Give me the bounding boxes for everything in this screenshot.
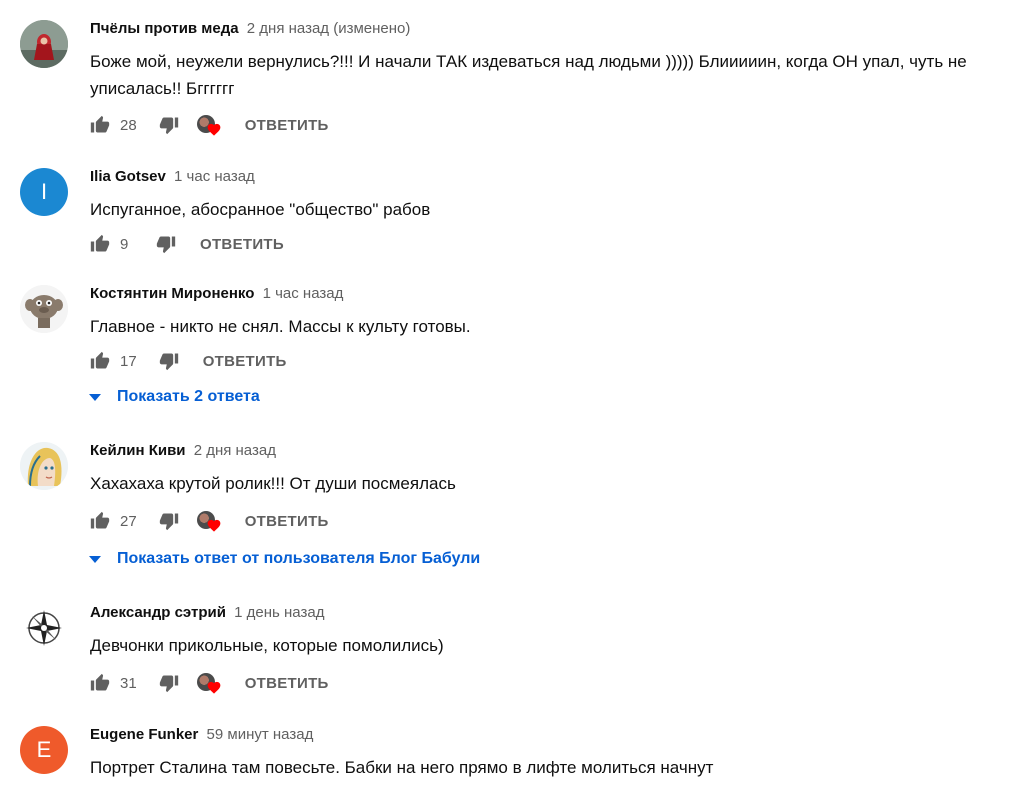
- dislike-button[interactable]: [157, 509, 181, 533]
- avatar[interactable]: E: [20, 726, 68, 774]
- author-name[interactable]: Eugene Funker: [90, 726, 198, 743]
- comment-text: Девчонки прикольные, которые помолились): [90, 636, 444, 655]
- like-button[interactable]: [88, 671, 112, 695]
- thumbs-down-icon: [159, 353, 178, 371]
- timestamp[interactable]: 59 минут назад: [207, 726, 314, 743]
- timestamp[interactable]: 2 дня назад: [194, 442, 276, 459]
- like-button[interactable]: [88, 349, 112, 373]
- avatar[interactable]: [20, 285, 68, 333]
- show-replies-button[interactable]: Показать 2 ответа: [88, 385, 260, 409]
- show-replies-label: Показать 2 ответа: [117, 388, 260, 405]
- timestamp[interactable]: 1 день назад: [234, 604, 324, 621]
- heart-icon: [207, 123, 221, 136]
- thumbs-up-icon: [90, 511, 110, 529]
- like-count: 28: [120, 116, 137, 134]
- show-replies-label: Показать ответ от пользователя Блог Бабу…: [117, 550, 481, 567]
- heart-icon: [207, 681, 221, 694]
- reply-button[interactable]: ОТВЕТИТЬ: [245, 675, 329, 692]
- creator-heart: [195, 113, 223, 137]
- like-count: 9: [120, 235, 129, 253]
- author-name[interactable]: Костянтин Мироненко: [90, 285, 254, 302]
- avatar-letter: I: [40, 179, 48, 204]
- comment-header: Eugene Funker 59 минут назад: [90, 726, 313, 746]
- action-bar: 27 ОТВЕТИТЬ: [88, 509, 329, 533]
- avatar[interactable]: [20, 442, 68, 490]
- like-count: 31: [120, 674, 137, 692]
- author-name[interactable]: Пчёлы против меда: [90, 20, 239, 37]
- comment-text: Боже мой, неужели вернулись?!!! И начали…: [90, 52, 967, 98]
- comment-header: Александр сэтрий 1 день назад: [90, 604, 324, 624]
- author-name[interactable]: Кейлин Киви: [90, 442, 186, 459]
- compass-star-emblem-icon: [20, 604, 68, 652]
- reply-button[interactable]: ОТВЕТИТЬ: [200, 236, 284, 253]
- dislike-button[interactable]: [157, 671, 181, 695]
- timestamp[interactable]: 1 час назад: [174, 168, 255, 185]
- thumbs-down-icon: [156, 236, 176, 254]
- comment-text: Хахахаха крутой ролик!!! От души посмеял…: [90, 474, 456, 493]
- red-hood-picture-icon: [20, 20, 68, 68]
- action-bar: 17 ОТВЕТИТЬ: [88, 349, 287, 373]
- dislike-button[interactable]: [157, 349, 181, 373]
- reply-button[interactable]: ОТВЕТИТЬ: [245, 117, 329, 134]
- like-count: 17: [120, 352, 137, 370]
- reply-button[interactable]: ОТВЕТИТЬ: [203, 353, 287, 370]
- timestamp[interactable]: 1 час назад: [263, 285, 344, 302]
- cartoon-face-picture-icon: [20, 285, 68, 333]
- author-name[interactable]: Александр сэтрий: [90, 604, 226, 621]
- caret-down-icon: [88, 555, 102, 563]
- timestamp[interactable]: 2 дня назад (изменено): [247, 20, 411, 37]
- comment-text: Главное - никто не снял. Массы к культу …: [90, 317, 471, 336]
- comment-header: Кейлин Киви 2 дня назад: [90, 442, 276, 462]
- thumbs-up-icon: [90, 673, 110, 691]
- avatar[interactable]: [20, 604, 68, 652]
- heart-icon: [207, 519, 221, 532]
- thumbs-down-icon: [159, 513, 178, 531]
- avatar[interactable]: [20, 20, 68, 68]
- like-button[interactable]: [88, 113, 112, 137]
- action-bar: 31 ОТВЕТИТЬ: [88, 671, 329, 695]
- blonde-girl-drawing-icon: [20, 442, 68, 490]
- avatar[interactable]: I: [20, 168, 68, 216]
- avatar-letter: E: [36, 737, 52, 762]
- thumbs-up-icon: [90, 234, 110, 252]
- show-replies-button[interactable]: Показать ответ от пользователя Блог Бабу…: [88, 547, 480, 571]
- caret-down-icon: [88, 393, 102, 401]
- comment-text: Испуганное, абосранное "общество" рабов: [90, 200, 431, 219]
- creator-heart: [195, 509, 223, 533]
- thumbs-up-icon: [90, 351, 110, 369]
- dislike-button[interactable]: [154, 232, 178, 256]
- comment-header: Ilia Gotsev 1 час назад: [90, 168, 255, 188]
- comment-header: Пчёлы против меда 2 дня назад (изменено): [90, 20, 410, 40]
- action-bar: 9 ОТВЕТИТЬ: [88, 232, 284, 256]
- comment-header: Костянтин Мироненко 1 час назад: [90, 285, 343, 305]
- like-count: 27: [120, 512, 137, 530]
- thumbs-down-icon: [159, 675, 178, 693]
- author-name[interactable]: Ilia Gotsev: [90, 168, 166, 185]
- dislike-button[interactable]: [157, 113, 181, 137]
- thumbs-down-icon: [159, 117, 178, 135]
- reply-button[interactable]: ОТВЕТИТЬ: [245, 513, 329, 530]
- like-button[interactable]: [88, 232, 112, 256]
- thumbs-up-icon: [90, 115, 110, 133]
- creator-heart: [195, 671, 223, 695]
- like-button[interactable]: [88, 509, 112, 533]
- comment-text: Портрет Сталина там повесьте. Бабки на н…: [90, 758, 714, 777]
- action-bar: 28 ОТВЕТИТЬ: [88, 113, 329, 137]
